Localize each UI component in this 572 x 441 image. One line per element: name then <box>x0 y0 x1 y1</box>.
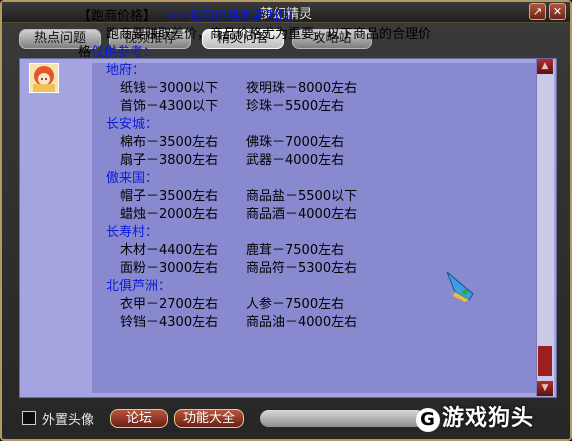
scroll-down-button[interactable]: ▼ <box>537 381 553 396</box>
price-row: 帽子－3500左右 商品盐－5500以下 <box>120 189 358 204</box>
price-row: 首饰－4300以下 珍珠－5500左右 <box>120 99 345 114</box>
all-functions-button[interactable]: 功能大全 <box>174 409 244 428</box>
watermark: G 游戏狗头 <box>416 400 534 432</box>
article-heading: 【跑商价格】 <box>78 9 157 24</box>
region-aolai: 傲来国： <box>106 171 159 186</box>
price-row: 衣甲－2700左右 人参－7500左右 <box>120 297 345 312</box>
region-difu: 地府： <box>106 63 146 78</box>
forum-button[interactable]: 论坛 <box>110 409 168 428</box>
region-changan: 长安城： <box>106 117 159 132</box>
avatar-portrait-icon <box>33 66 55 92</box>
watermark-logo-icon: G <box>416 408 440 432</box>
close-icon: ✕ <box>552 5 563 18</box>
reference-note: 仅供参考： <box>91 45 157 60</box>
price-row: 蜡烛－2000左右 商品酒－4000左右 <box>120 207 358 222</box>
external-avatar-checkbox[interactable] <box>22 411 36 425</box>
intro-line-2: 格仅供参考： <box>78 45 157 60</box>
sprite-window: 梦幻精灵 ↗ ✕ 热点问题 视频推荐 精灵问答 攻略站 【跑商价格】 >>跑商价… <box>0 0 572 441</box>
price-row: 棉布－3500左右 佛珠－7000左右 <box>120 135 345 150</box>
region-beiju: 北俱芦洲： <box>106 279 172 294</box>
scroll-up-button[interactable]: ▲ <box>537 59 553 74</box>
vertical-scrollbar[interactable]: ▲ ▼ <box>536 59 554 396</box>
price-row: 木材－4400左右 鹿茸－7500左右 <box>120 243 345 258</box>
sprite-avatar <box>29 63 59 93</box>
price-row: 纸钱－3000以下 夜明珠－8000左右 <box>120 81 358 96</box>
expand-button[interactable]: ↗ <box>529 3 546 20</box>
price-row: 铃铛－4300左右 商品油－4000左右 <box>120 315 358 330</box>
price-row: 面粉－3000左右 商品符－5300左右 <box>120 261 358 276</box>
external-avatar-label: 外置头像 <box>42 413 95 428</box>
price-row: 扇子－3800左右 武器－4000左右 <box>120 153 345 168</box>
region-changshou: 长寿村： <box>106 225 159 240</box>
scroll-thumb[interactable] <box>538 346 552 376</box>
expand-arrow-icon: ↗ <box>532 5 543 18</box>
answer-text: 【跑商价格】 >>跑商价格刷新时间 跑商要赚取差价，商品价格尤为重要，以下商品的… <box>78 8 518 332</box>
search-input[interactable] <box>260 410 425 427</box>
price-refresh-link[interactable]: >>跑商价格刷新时间 <box>166 9 292 24</box>
close-button[interactable]: ✕ <box>549 3 566 20</box>
intro-line-1: 跑商要赚取差价，商品价格尤为重要，以下商品的合理价 <box>106 27 432 42</box>
